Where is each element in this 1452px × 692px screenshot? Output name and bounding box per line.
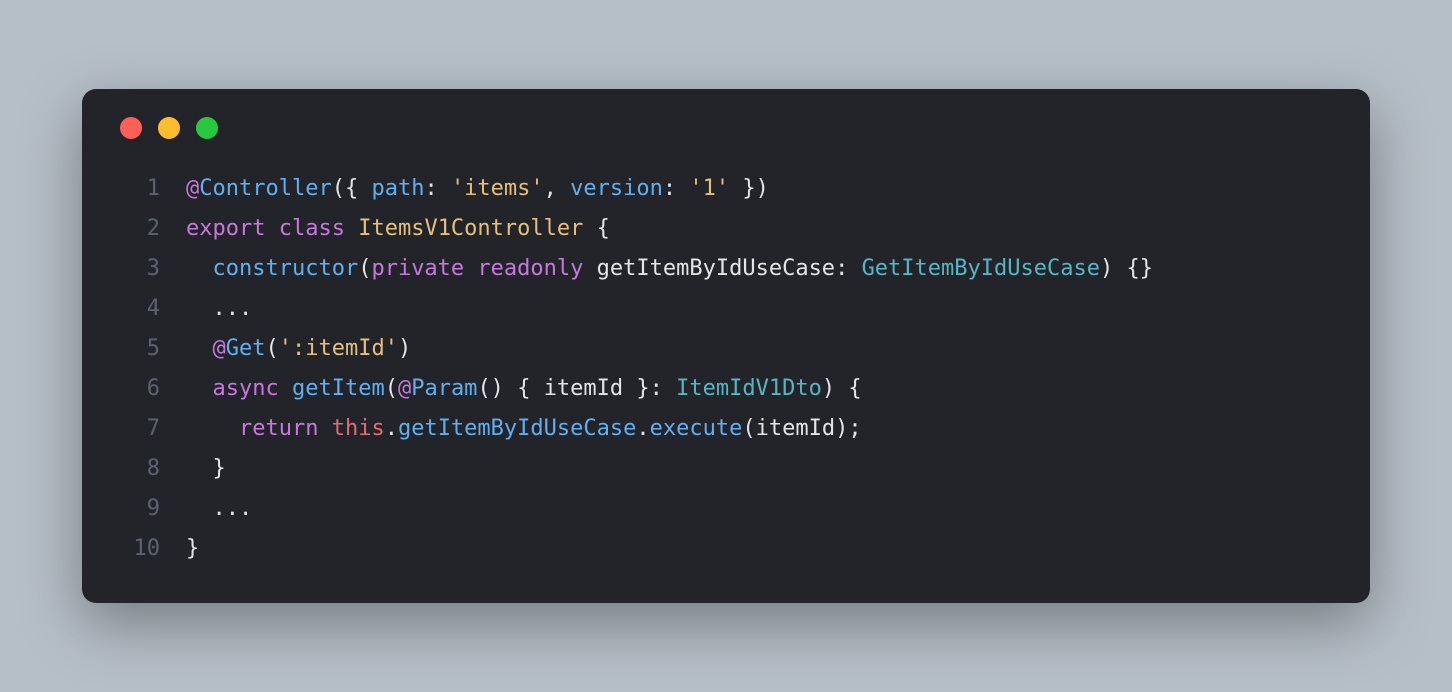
code-content: @Controller({ path: 'items', version: '1… xyxy=(186,169,769,209)
code-editor[interactable]: 1 @Controller({ path: 'items', version: … xyxy=(116,169,1336,569)
line-number: 8 xyxy=(116,449,160,489)
code-content: } xyxy=(186,449,226,489)
line-number: 10 xyxy=(116,529,160,569)
close-icon[interactable] xyxy=(120,117,142,139)
line-number: 7 xyxy=(116,409,160,449)
maximize-icon[interactable] xyxy=(196,117,218,139)
code-content: } xyxy=(186,529,199,569)
code-line: 6 async getItem(@Param() { itemId }: Ite… xyxy=(116,369,1336,409)
line-number: 1 xyxy=(116,169,160,209)
code-content: export class ItemsV1Controller { xyxy=(186,209,610,249)
code-line: 7 return this.getItemByIdUseCase.execute… xyxy=(116,409,1336,449)
code-line: 3 constructor(private readonly getItemBy… xyxy=(116,249,1336,289)
code-line: 8 } xyxy=(116,449,1336,489)
line-number: 2 xyxy=(116,209,160,249)
code-line: 4 ... xyxy=(116,289,1336,329)
code-content: @Get(':itemId') xyxy=(186,329,411,369)
line-number: 6 xyxy=(116,369,160,409)
code-content: async getItem(@Param() { itemId }: ItemI… xyxy=(186,369,862,409)
code-window: 1 @Controller({ path: 'items', version: … xyxy=(82,89,1370,603)
minimize-icon[interactable] xyxy=(158,117,180,139)
code-content: constructor(private readonly getItemById… xyxy=(186,249,1153,289)
code-line: 5 @Get(':itemId') xyxy=(116,329,1336,369)
line-number: 5 xyxy=(116,329,160,369)
line-number: 3 xyxy=(116,249,160,289)
code-line: 10 } xyxy=(116,529,1336,569)
code-line: 9 ... xyxy=(116,489,1336,529)
traffic-lights xyxy=(116,117,1336,139)
line-number: 9 xyxy=(116,489,160,529)
code-line: 2 export class ItemsV1Controller { xyxy=(116,209,1336,249)
code-line: 1 @Controller({ path: 'items', version: … xyxy=(116,169,1336,209)
line-number: 4 xyxy=(116,289,160,329)
code-content: return this.getItemByIdUseCase.execute(i… xyxy=(186,409,862,449)
code-content: ... xyxy=(186,289,252,329)
code-content: ... xyxy=(186,489,252,529)
